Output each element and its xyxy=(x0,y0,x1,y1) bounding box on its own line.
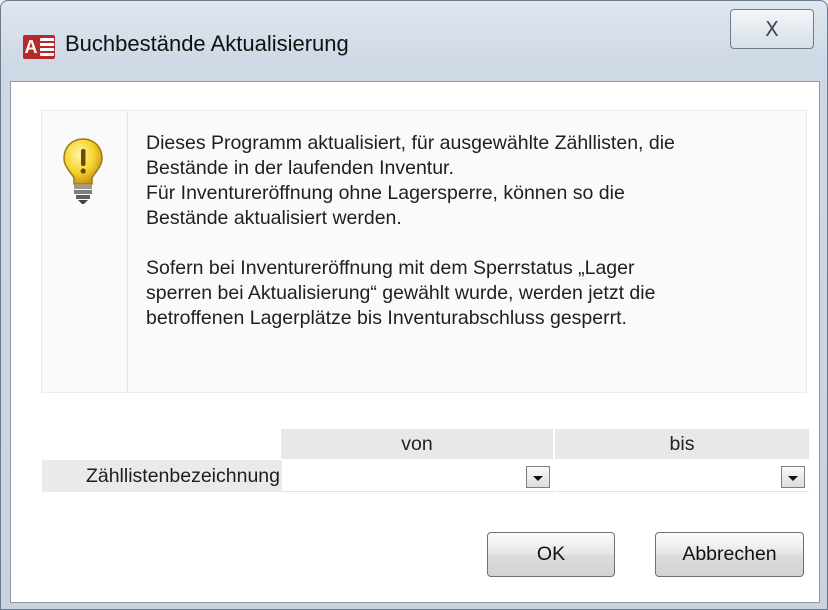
title-bar[interactable]: A Buchbestände Aktualisierung X xyxy=(1,1,827,81)
to-count-list-combo[interactable] xyxy=(556,460,809,492)
ok-button[interactable]: OK xyxy=(487,532,615,577)
access-app-icon: A xyxy=(23,35,55,59)
cancel-button[interactable]: Abbrechen xyxy=(655,532,804,577)
dialog-client-area: Dieses Programm aktualisiert, für ausgew… xyxy=(10,81,820,603)
to-dropdown-button[interactable] xyxy=(781,466,805,488)
count-list-label: Zähllistenbezeichnung xyxy=(42,460,282,492)
close-icon: X xyxy=(765,17,779,41)
to-column-header: bis xyxy=(555,429,809,459)
info-divider xyxy=(127,111,128,392)
from-dropdown-button[interactable] xyxy=(526,466,550,488)
from-count-list-combo[interactable] xyxy=(282,460,554,492)
from-column-header: von xyxy=(281,429,553,459)
close-button[interactable]: X xyxy=(730,9,814,49)
window-title: Buchbestände Aktualisierung xyxy=(65,31,349,56)
dialog-window: A Buchbestände Aktualisierung X Dieses P… xyxy=(0,0,828,610)
info-message: Dieses Programm aktualisiert, für ausgew… xyxy=(146,132,675,329)
chevron-down-icon xyxy=(533,475,543,481)
lightbulb-icon xyxy=(63,138,103,204)
range-header-row: von bis xyxy=(281,429,809,459)
chevron-down-icon xyxy=(788,475,798,481)
info-panel: Dieses Programm aktualisiert, für ausgew… xyxy=(41,110,807,393)
